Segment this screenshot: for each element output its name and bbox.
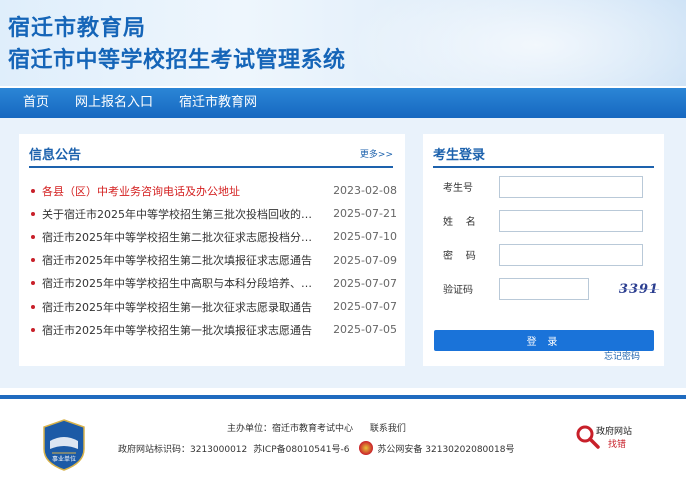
login-title-underline [433, 166, 654, 168]
login-panel-title: 考生登录 [433, 148, 486, 163]
news-item-title[interactable]: 宿迁市2025年中等学校招生第二批次征求志愿投档分数线 [42, 229, 317, 245]
news-item-date: 2025-07-10 [333, 230, 397, 244]
site-footer: 事业单位 主办单位：宿迁市教育考试中心 联系我们 政府网站标识码：3213000… [0, 399, 686, 486]
system-title: 宿迁市中等学校招生考试管理系统 [8, 48, 346, 73]
exam-no-label: 考生号 [443, 183, 473, 194]
news-panel-title: 信息公告 [29, 148, 82, 163]
news-list: 各县（区）中考业务咨询电话及办公地址 2023-02-08 关于宿迁市2025年… [31, 179, 397, 341]
main-nav: 首页 网上报名入口 宿迁市教育网 [0, 88, 686, 118]
news-item[interactable]: 各县（区）中考业务咨询电话及办公地址 2023-02-08 [31, 179, 397, 202]
bullet-icon [31, 281, 35, 286]
footer-sponsor: 主办单位：宿迁市教育考试中心 [227, 424, 354, 434]
captcha-input[interactable] [499, 278, 589, 300]
captcha-row: 验证码 3391 [443, 278, 658, 300]
bullet-icon [31, 211, 35, 216]
captcha-label: 验证码 [443, 285, 473, 296]
login-button[interactable]: 登 录 [434, 330, 654, 351]
name-input[interactable] [499, 210, 643, 232]
news-item[interactable]: 宿迁市2025年中等学校招生第二批次填报征求志愿通告 2025-07-09 [31, 249, 397, 272]
news-item-title[interactable]: 宿迁市2025年中等学校招生第一批次填报征求志愿通告 [42, 322, 317, 338]
institution-badge-icon[interactable]: 事业单位 [42, 419, 86, 471]
news-item-date: 2025-07-07 [333, 300, 397, 314]
name-row: 姓 名 [443, 210, 655, 232]
nav-education-site[interactable]: 宿迁市教育网 [166, 88, 270, 118]
news-item-title[interactable]: 宿迁市2025年中等学校招生中高职与本科分段培养、五... [42, 275, 317, 291]
password-input[interactable] [499, 244, 643, 266]
login-panel: 考生登录 考生号 姓 名 密 码 验证码 3391 登 录 [423, 134, 664, 366]
footer-site-id: 政府网站标识码：3213000012 [118, 444, 248, 455]
name-label: 姓 名 [443, 217, 476, 228]
footer-line-1: 主办单位：宿迁市教育考试中心 联系我们 [227, 421, 420, 434]
badge-label: 事业单位 [52, 455, 76, 463]
password-row: 密 码 [443, 244, 655, 266]
findbug-action: 找错 [608, 440, 627, 450]
exam-no-row: 考生号 [443, 176, 655, 198]
news-item[interactable]: 宿迁市2025年中等学校招生第二批次征求志愿投档分数线 2025-07-10 [31, 225, 397, 248]
captcha-image[interactable]: 3391 [609, 279, 669, 299]
bullet-icon [31, 234, 35, 239]
nav-online-registration[interactable]: 网上报名入口 [62, 88, 166, 118]
nav-home[interactable]: 首页 [10, 88, 62, 118]
forgot-password-link[interactable]: 忘记密码 [604, 349, 666, 362]
more-news-link[interactable]: 更多>> [360, 147, 393, 160]
news-item-title[interactable]: 关于宿迁市2025年中等学校招生第三批次投档回收的通告 [42, 206, 317, 222]
password-label: 密 码 [443, 251, 476, 262]
main-content: 信息公告 更多>> 各县（区）中考业务咨询电话及办公地址 2023-02-08 … [0, 118, 686, 388]
gov-site-findbug[interactable]: 政府网站 找错 [574, 421, 644, 453]
news-item-title[interactable]: 各县（区）中考业务咨询电话及办公地址 [42, 183, 317, 199]
news-item-title[interactable]: 宿迁市2025年中等学校招生第二批次填报征求志愿通告 [42, 252, 317, 268]
news-item[interactable]: 宿迁市2025年中等学校招生中高职与本科分段培养、五... 2025-07-07 [31, 272, 397, 295]
news-item[interactable]: 宿迁市2025年中等学校招生第一批次征求志愿录取通告 2025-07-07 [31, 295, 397, 318]
news-item-date: 2025-07-09 [333, 253, 397, 267]
news-title-underline [29, 166, 393, 168]
news-item-date: 2025-07-07 [333, 276, 397, 290]
news-item-date: 2023-02-08 [333, 184, 397, 198]
news-item-date: 2025-07-05 [333, 323, 397, 337]
findbug-label: 政府网站 [596, 427, 633, 437]
contact-us-link[interactable]: 联系我们 [370, 424, 406, 434]
footer-police-record[interactable]: 苏公网安备 32130202080018号 [377, 442, 514, 455]
site-header: 宿迁市教育局 宿迁市中等学校招生考试管理系统 [0, 0, 686, 86]
news-item[interactable]: 宿迁市2025年中等学校招生第一批次填报征求志愿通告 2025-07-05 [31, 318, 397, 341]
bullet-icon [31, 188, 35, 193]
footer-line-2: 政府网站标识码：3213000012 苏ICP备08010541号-6 苏公网安… [118, 441, 514, 455]
news-item[interactable]: 关于宿迁市2025年中等学校招生第三批次投档回收的通告 2025-07-21 [31, 202, 397, 225]
news-item-title[interactable]: 宿迁市2025年中等学校招生第一批次征求志愿录取通告 [42, 299, 317, 315]
footer-icp[interactable]: 苏ICP备08010541号-6 [253, 442, 349, 455]
bullet-icon [31, 258, 35, 263]
site-title: 宿迁市教育局 [8, 16, 147, 41]
header-decoration [346, 0, 686, 86]
bullet-icon [31, 304, 35, 309]
news-item-date: 2025-07-21 [333, 207, 397, 221]
exam-no-input[interactable] [499, 176, 643, 198]
news-panel: 信息公告 更多>> 各县（区）中考业务咨询电话及办公地址 2023-02-08 … [19, 134, 405, 366]
police-emblem-icon [359, 441, 374, 455]
bullet-icon [31, 327, 35, 332]
